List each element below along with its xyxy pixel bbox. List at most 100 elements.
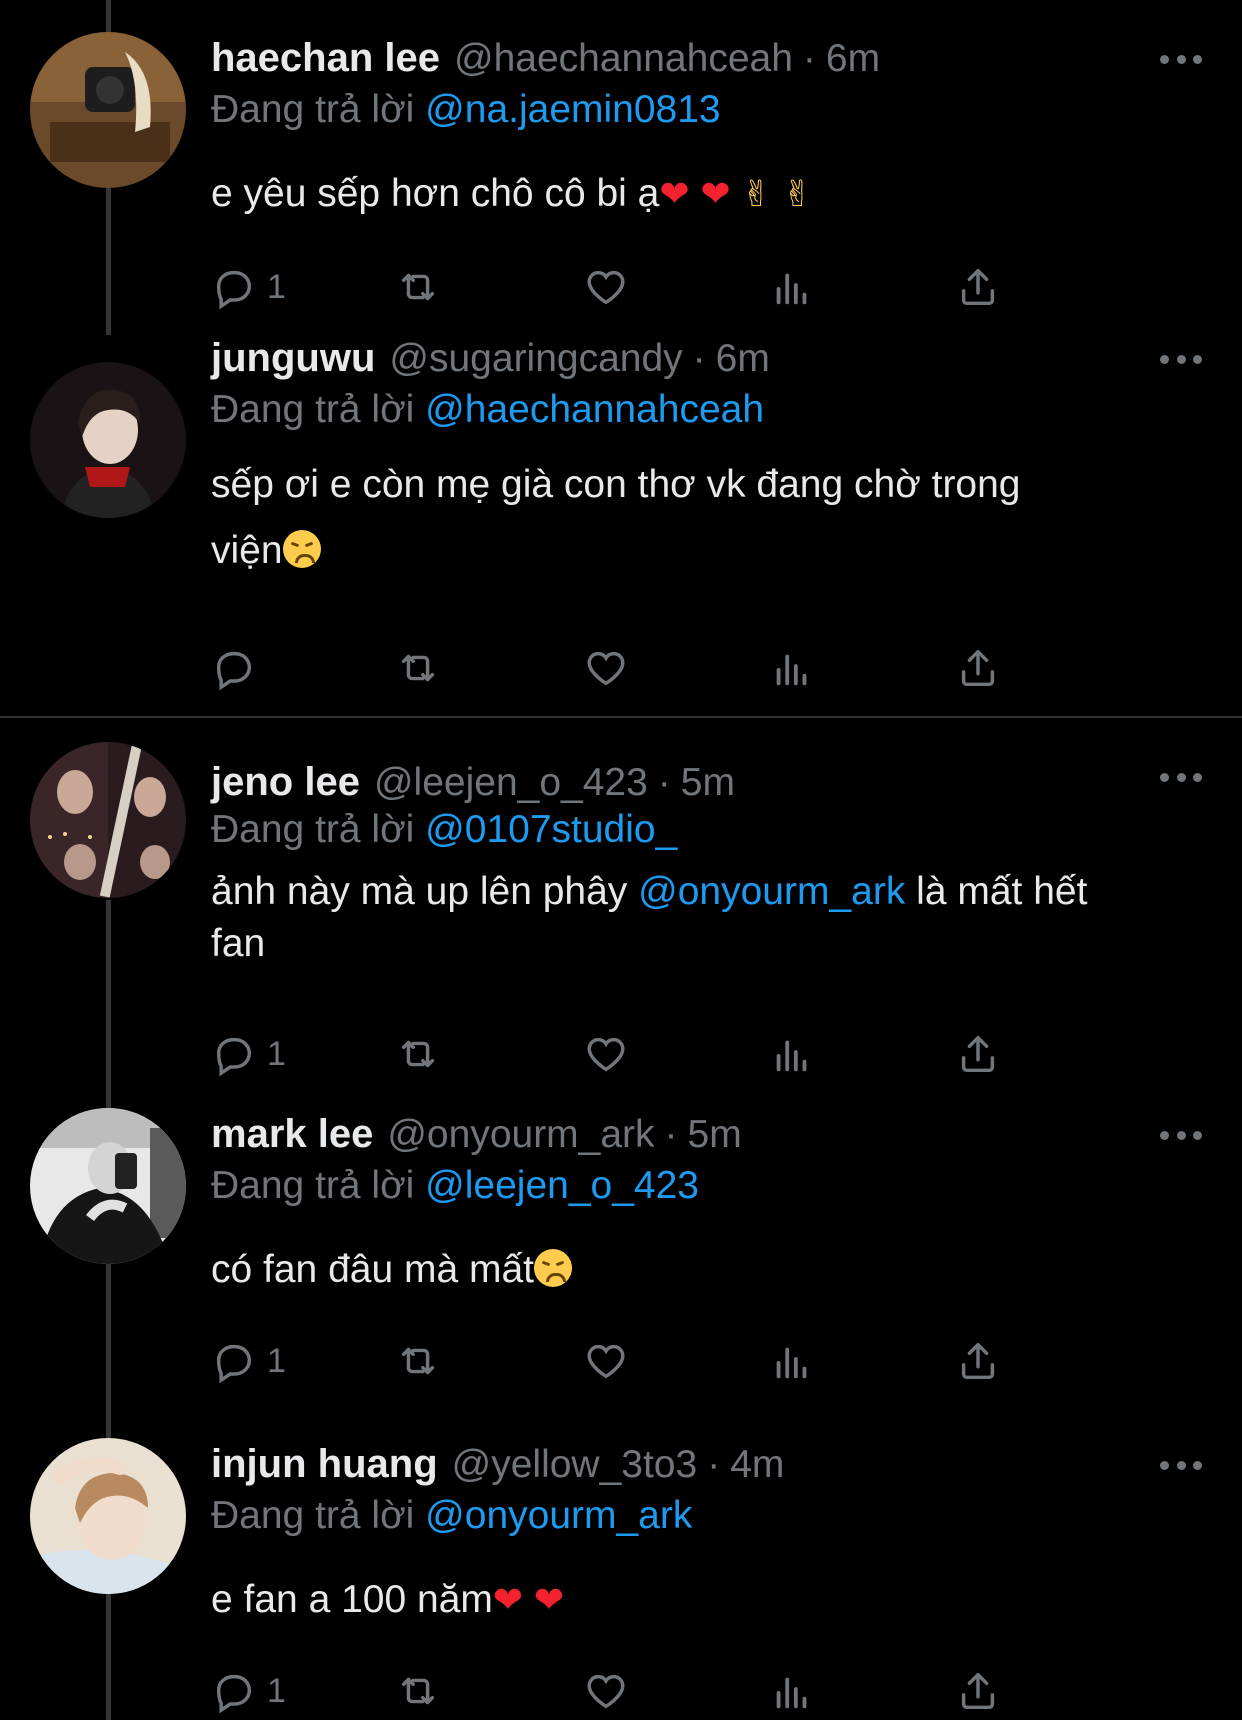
- views-icon: [776, 1677, 807, 1709]
- reply-count: 1: [267, 1341, 286, 1380]
- like-button[interactable]: [583, 1666, 629, 1716]
- like-button[interactable]: [583, 643, 629, 693]
- mention-link[interactable]: @onyourm_ark: [638, 870, 905, 913]
- disappointed-face-emoji: [534, 1249, 573, 1287]
- retweet-button[interactable]: [395, 643, 441, 693]
- retweet-button[interactable]: [395, 1336, 441, 1386]
- views-button[interactable]: [769, 643, 815, 693]
- like-icon: [587, 1344, 625, 1379]
- retweet-button[interactable]: [395, 1666, 441, 1716]
- more-icon[interactable]: [1160, 354, 1202, 364]
- reply-label: Đang trả lời: [211, 808, 415, 851]
- more-icon[interactable]: [1160, 54, 1202, 64]
- timestamp[interactable]: 5m: [688, 1113, 742, 1157]
- reply-mention-link[interactable]: @onyourm_ark: [425, 1494, 692, 1537]
- separator-dot: ·: [802, 37, 816, 80]
- reply-mention-link[interactable]: @haechannahceah: [425, 388, 764, 431]
- reply-button[interactable]: 1: [211, 1029, 286, 1079]
- views-button[interactable]: [769, 1666, 815, 1716]
- tweet-text-part: là mất hết: [905, 870, 1088, 913]
- like-icon: [587, 1674, 625, 1709]
- reply-context: Đang trả lời @haechannahceah: [211, 388, 764, 432]
- user-handle[interactable]: @sugaringcandy: [389, 337, 682, 381]
- user-handle[interactable]: @onyourm_ark: [387, 1113, 654, 1157]
- retweet-icon: [401, 654, 435, 682]
- reply-button[interactable]: 1: [211, 1666, 286, 1716]
- tweet[interactable]: injun huang @yellow_3to3 · 4m Đang trả l…: [0, 1430, 1242, 1720]
- reply-mention-link[interactable]: @0107studio_: [425, 808, 677, 851]
- like-button[interactable]: [583, 262, 629, 312]
- tweet-text-part: fan: [211, 922, 266, 965]
- views-button[interactable]: [769, 262, 815, 312]
- tweet[interactable]: junguwu @sugaringcandy · 6m Đang trả lời…: [0, 330, 1242, 716]
- reply-count: 1: [267, 1671, 286, 1710]
- like-button[interactable]: [583, 1029, 629, 1079]
- share-icon: [961, 1342, 995, 1380]
- views-icon: [776, 273, 807, 305]
- more-icon[interactable]: [1160, 1460, 1202, 1470]
- reply-icon: [216, 651, 252, 691]
- user-handle[interactable]: @yellow_3to3: [452, 1443, 698, 1487]
- avatar[interactable]: [30, 1438, 186, 1594]
- retweet-button[interactable]: [395, 262, 441, 312]
- more-icon[interactable]: [1160, 1130, 1202, 1140]
- share-button[interactable]: [955, 1336, 1001, 1386]
- reply-icon: [216, 1037, 252, 1077]
- timestamp[interactable]: 4m: [730, 1443, 784, 1487]
- tweet-text-part: ảnh này mà up lên phây: [211, 870, 639, 913]
- tweet-text: e yêu sếp hơn chô cô bi ạ❤ ❤ ✌ ✌: [211, 168, 1202, 220]
- share-button[interactable]: [955, 643, 1001, 693]
- separator-dot: ·: [692, 337, 706, 380]
- share-button[interactable]: [955, 262, 1001, 312]
- retweet-button[interactable]: [395, 1029, 441, 1079]
- crossed-fingers-emoji: ✌: [782, 173, 813, 214]
- display-name[interactable]: junguwu: [211, 336, 375, 381]
- timestamp[interactable]: 5m: [681, 761, 735, 805]
- reply-mention-link[interactable]: @leejen_o_423: [425, 1164, 699, 1207]
- reply-label: Đang trả lời: [211, 1494, 415, 1537]
- share-button[interactable]: [955, 1666, 1001, 1716]
- share-icon: [961, 1035, 995, 1073]
- display-name[interactable]: jeno lee: [211, 760, 360, 805]
- tweet[interactable]: haechan lee @haechannahceah · 6m Đang tr…: [0, 0, 1242, 330]
- tweet[interactable]: jeno lee @leejen_o_423 · 5m Đang trả lời…: [0, 718, 1242, 1100]
- separator-dot: ·: [657, 761, 671, 804]
- tweet-text-part: có fan đâu mà mất: [211, 1248, 535, 1291]
- reply-button[interactable]: [211, 643, 267, 693]
- share-button[interactable]: [955, 1029, 1001, 1079]
- separator-dot: ·: [707, 1443, 721, 1486]
- share-icon: [961, 649, 995, 687]
- more-icon[interactable]: [1160, 772, 1202, 782]
- timestamp[interactable]: 6m: [716, 337, 770, 381]
- red-heart-emoji: ❤: [700, 173, 731, 214]
- avatar[interactable]: [30, 362, 186, 518]
- display-name[interactable]: injun huang: [211, 1442, 438, 1487]
- display-name[interactable]: haechan lee: [211, 36, 440, 81]
- reply-mention-link[interactable]: @na.jaemin0813: [425, 88, 720, 131]
- user-handle[interactable]: @leejen_o_423: [374, 761, 648, 805]
- like-button[interactable]: [583, 1336, 629, 1386]
- timestamp[interactable]: 6m: [826, 37, 880, 81]
- red-heart-emoji: ❤: [533, 1579, 565, 1620]
- views-icon: [776, 654, 807, 686]
- views-button[interactable]: [769, 1336, 815, 1386]
- avatar[interactable]: [30, 742, 186, 898]
- reply-label: Đang trả lời: [211, 1164, 415, 1207]
- avatar[interactable]: [30, 1108, 186, 1264]
- reply-label: Đang trả lời: [211, 88, 415, 131]
- like-icon: [587, 270, 625, 305]
- reply-button[interactable]: 1: [211, 1336, 286, 1386]
- user-handle[interactable]: @haechannahceah: [454, 37, 793, 81]
- retweet-icon: [401, 273, 435, 301]
- tweet[interactable]: mark lee @onyourm_ark · 5m Đang trả lời …: [0, 1100, 1242, 1430]
- tweet-text: có fan đâu mà mất: [211, 1244, 1202, 1296]
- reply-button[interactable]: 1: [211, 262, 286, 312]
- tweet-text-part: sếp ơi e còn mẹ già con thơ vk đang chờ …: [211, 463, 1021, 506]
- tweet-actions: 1: [211, 262, 1111, 312]
- retweet-icon: [401, 1347, 435, 1375]
- views-button[interactable]: [769, 1029, 815, 1079]
- avatar[interactable]: [30, 32, 186, 188]
- retweet-icon: [401, 1677, 435, 1705]
- tweet-actions: 1: [211, 1029, 1111, 1079]
- display-name[interactable]: mark lee: [211, 1112, 373, 1157]
